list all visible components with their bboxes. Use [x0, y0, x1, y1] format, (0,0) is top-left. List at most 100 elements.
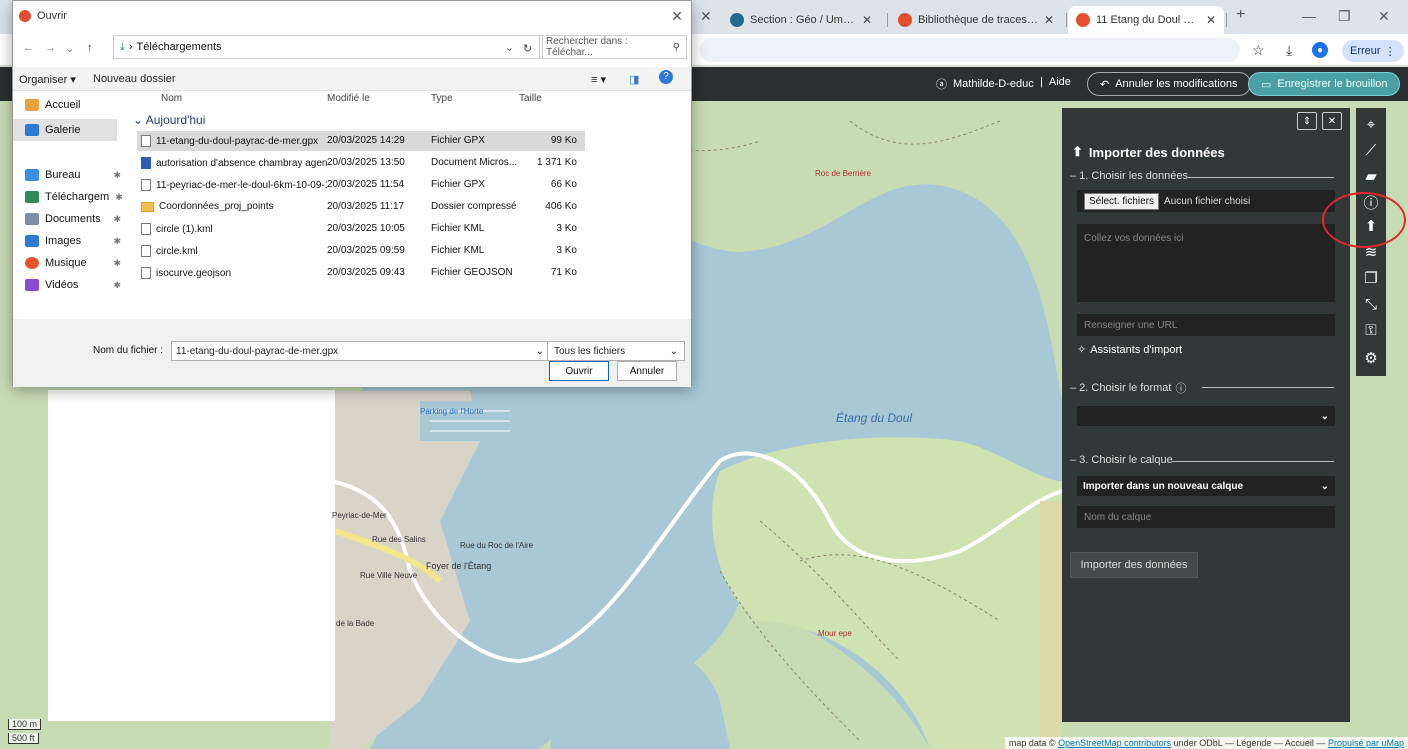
help-link[interactable]: | Aide — [1040, 76, 1071, 88]
file-row[interactable]: circle.kml 20/03/2025 09:59 Fichier KML … — [137, 241, 585, 261]
sidebar-item-accueil[interactable]: Accueil — [25, 99, 125, 111]
magic-icon: ✧ — [1077, 344, 1087, 356]
close-icon[interactable]: ✕ — [862, 13, 872, 27]
umap-link[interactable]: Propulsé par uMap — [1328, 738, 1404, 748]
marker-icon[interactable]: ⌖ — [1356, 110, 1386, 138]
back-icon[interactable]: ← — [23, 42, 34, 54]
layer-name-input[interactable]: Nom du calque — [1077, 506, 1335, 528]
filename-label: Nom du fichier : — [93, 345, 164, 356]
file-row[interactable]: isocurve.geojson 20/03/2025 09:43 Fichie… — [137, 263, 585, 283]
profile-icon[interactable]: ● — [1312, 42, 1328, 58]
chevron-down-icon: ⌄ — [1320, 480, 1329, 492]
file-icon — [141, 179, 151, 191]
scale-metric: 100 m — [8, 719, 42, 730]
sidebar-item-bureau[interactable]: Bureau ✱ — [25, 169, 125, 181]
filetype-select[interactable]: Tous les fichiers ⌄ — [547, 341, 685, 361]
browser-tab[interactable]: Bibliothèque de traces - VisuGP ✕ — [890, 6, 1062, 34]
omnibox[interactable] — [700, 38, 1240, 62]
open-button[interactable]: Ouvrir — [549, 361, 609, 381]
path-breadcrumb[interactable]: ⤓ › Téléchargements ⌄ — [113, 35, 543, 59]
sidebar-item-telechargements[interactable]: Téléchargem ✱ — [25, 191, 125, 203]
refresh-icon[interactable]: ↻ — [523, 42, 532, 55]
dialog-titlebar: Ouvrir — [13, 1, 691, 31]
organize-menu[interactable]: Organiser ▾ — [19, 73, 76, 86]
cancel-changes-button[interactable]: ↶ Annuler les modifications — [1087, 72, 1251, 96]
sidebar-item-images[interactable]: Images ✱ — [25, 235, 125, 247]
pin-icon: ✱ — [115, 191, 123, 202]
paste-data-textarea[interactable]: Collez vos données ici — [1077, 224, 1335, 302]
import-data-button[interactable]: Importer des données — [1070, 552, 1198, 578]
user-menu[interactable]: ⓐ Mathilde-D-educ — [936, 76, 1034, 92]
file-chooser[interactable]: Sélect. fichiers Aucun fichier choisi — [1077, 190, 1335, 212]
column-header-size[interactable]: Taille — [519, 93, 542, 104]
error-button[interactable]: Erreur ⋮ — [1342, 40, 1404, 62]
column-header-modified[interactable]: Modifié le — [327, 93, 370, 104]
file-row[interactable]: Coordonnées_proj_points 20/03/2025 11:17… — [137, 197, 585, 217]
browser-tab-active[interactable]: 11 Etang du Doul Payrac de Mer ✕ — [1068, 6, 1224, 34]
key-icon[interactable]: ⚿ — [1356, 316, 1386, 344]
help-icon[interactable]: ? — [659, 70, 673, 84]
bookmark-star-icon[interactable]: ☆ — [1252, 42, 1265, 59]
file-row[interactable]: 11-peyriac-de-mer-le-doul-6km-10-09-1...… — [137, 175, 585, 195]
desktop-icon — [25, 169, 39, 181]
pin-icon: ✱ — [113, 213, 121, 224]
file-row[interactable]: circle (1).kml 20/03/2025 10:05 Fichier … — [137, 219, 585, 239]
search-icon: ⚲ — [672, 41, 680, 53]
layer-select[interactable]: Importer dans un nouveau calque ⌄ — [1077, 476, 1335, 496]
close-icon[interactable]: ✕ — [1044, 13, 1054, 27]
polygon-icon[interactable]: ▰ — [1356, 162, 1386, 190]
center-icon[interactable]: ⤡ — [1356, 290, 1386, 318]
format-select[interactable]: ⌄ — [1077, 406, 1335, 426]
forward-icon[interactable]: → — [45, 42, 56, 54]
images-icon — [25, 235, 39, 247]
panel-title: ⬆ Importer des données — [1072, 144, 1225, 160]
url-input[interactable]: Renseigner une URL — [1077, 314, 1335, 336]
save-draft-button[interactable]: ▭ Enregistrer le brouillon — [1248, 72, 1401, 96]
preview-pane-icon[interactable]: ◨ — [629, 73, 639, 86]
dialog-footer: Nom du fichier : 11-etang-du-doul-payrac… — [13, 319, 691, 387]
recent-icon[interactable]: ⌄ — [65, 42, 74, 55]
column-header-name[interactable]: Nom — [161, 93, 182, 104]
tab-favicon-icon — [1076, 13, 1090, 27]
filename-input[interactable]: 11-etang-du-doul-payrac-de-mer.gpx ⌄ — [171, 341, 549, 361]
polyline-icon[interactable]: ⟋ — [1356, 136, 1386, 164]
close-icon[interactable]: ✕ — [1206, 13, 1216, 27]
file-row[interactable]: 11-etang-du-doul-payrac-de-mer.gpx 20/03… — [137, 131, 585, 151]
file-list: Nom Modifié le Type Taille ⌄ Aujourd'hui… — [127, 91, 693, 319]
sidebar-item-galerie[interactable]: Galerie — [13, 119, 117, 141]
sidebar-item-videos[interactable]: Vidéos ✱ — [25, 279, 125, 291]
sidebar-item-musique[interactable]: Musique ✱ — [25, 257, 125, 269]
chevron-down-icon[interactable]: ⌄ — [536, 346, 544, 357]
file-row[interactable]: autorisation d'absence chambray agent e.… — [137, 153, 585, 173]
close-window-icon[interactable]: ✕ — [1378, 8, 1390, 25]
column-header-type[interactable]: Type — [431, 93, 453, 104]
download-icon — [25, 191, 39, 203]
download-icon[interactable]: ⤓ — [1286, 42, 1292, 59]
minimize-icon[interactable]: — — [1302, 8, 1316, 24]
import-assistants-link[interactable]: ✧ Assistants d'import — [1077, 343, 1182, 357]
panel-resize-icon[interactable]: ⇕ — [1297, 112, 1317, 130]
cancel-button[interactable]: Annuler — [617, 361, 677, 381]
place-label: Mour epe — [818, 629, 852, 638]
osm-link[interactable]: OpenStreetMap contributors — [1058, 738, 1171, 748]
browser-tab[interactable]: Section : Géo / Umap | Module ✕ — [722, 6, 880, 34]
tilelayer-icon[interactable]: ❐ — [1356, 264, 1386, 292]
new-folder-button[interactable]: Nouveau dossier — [93, 73, 176, 85]
dialog-close-icon[interactable]: ✕ — [671, 8, 683, 25]
file-open-dialog: Ouvrir ✕ ← → ⌄ ↑ ⤓ › Téléchargements ⌄ ↻… — [12, 0, 693, 387]
maximize-icon[interactable]: ❐ — [1338, 8, 1351, 25]
search-input[interactable]: Rechercher dans : Téléchar... ⚲ — [539, 35, 687, 59]
new-tab-icon[interactable]: + — [1236, 6, 1245, 24]
group-header[interactable]: ⌄ Aujourd'hui — [133, 113, 205, 127]
up-icon[interactable]: ↑ — [87, 42, 93, 54]
close-icon[interactable]: ✕ — [700, 8, 712, 25]
place-label: Foyer de l'Étang — [426, 561, 492, 571]
import-panel: ⇕ ✕ ⬆ Importer des données – 1. Choisir … — [1062, 108, 1350, 722]
tab-favicon-icon — [730, 13, 744, 27]
select-files-button[interactable]: Sélect. fichiers — [1084, 192, 1160, 210]
help-icon[interactable]: ⓘ — [1175, 380, 1186, 396]
panel-close-icon[interactable]: ✕ — [1322, 112, 1342, 130]
view-options-icon[interactable]: ≡ ▾ — [591, 73, 606, 86]
settings-gear-icon[interactable]: ⚙ — [1356, 344, 1386, 372]
sidebar-item-documents[interactable]: Documents ✱ — [25, 213, 125, 225]
